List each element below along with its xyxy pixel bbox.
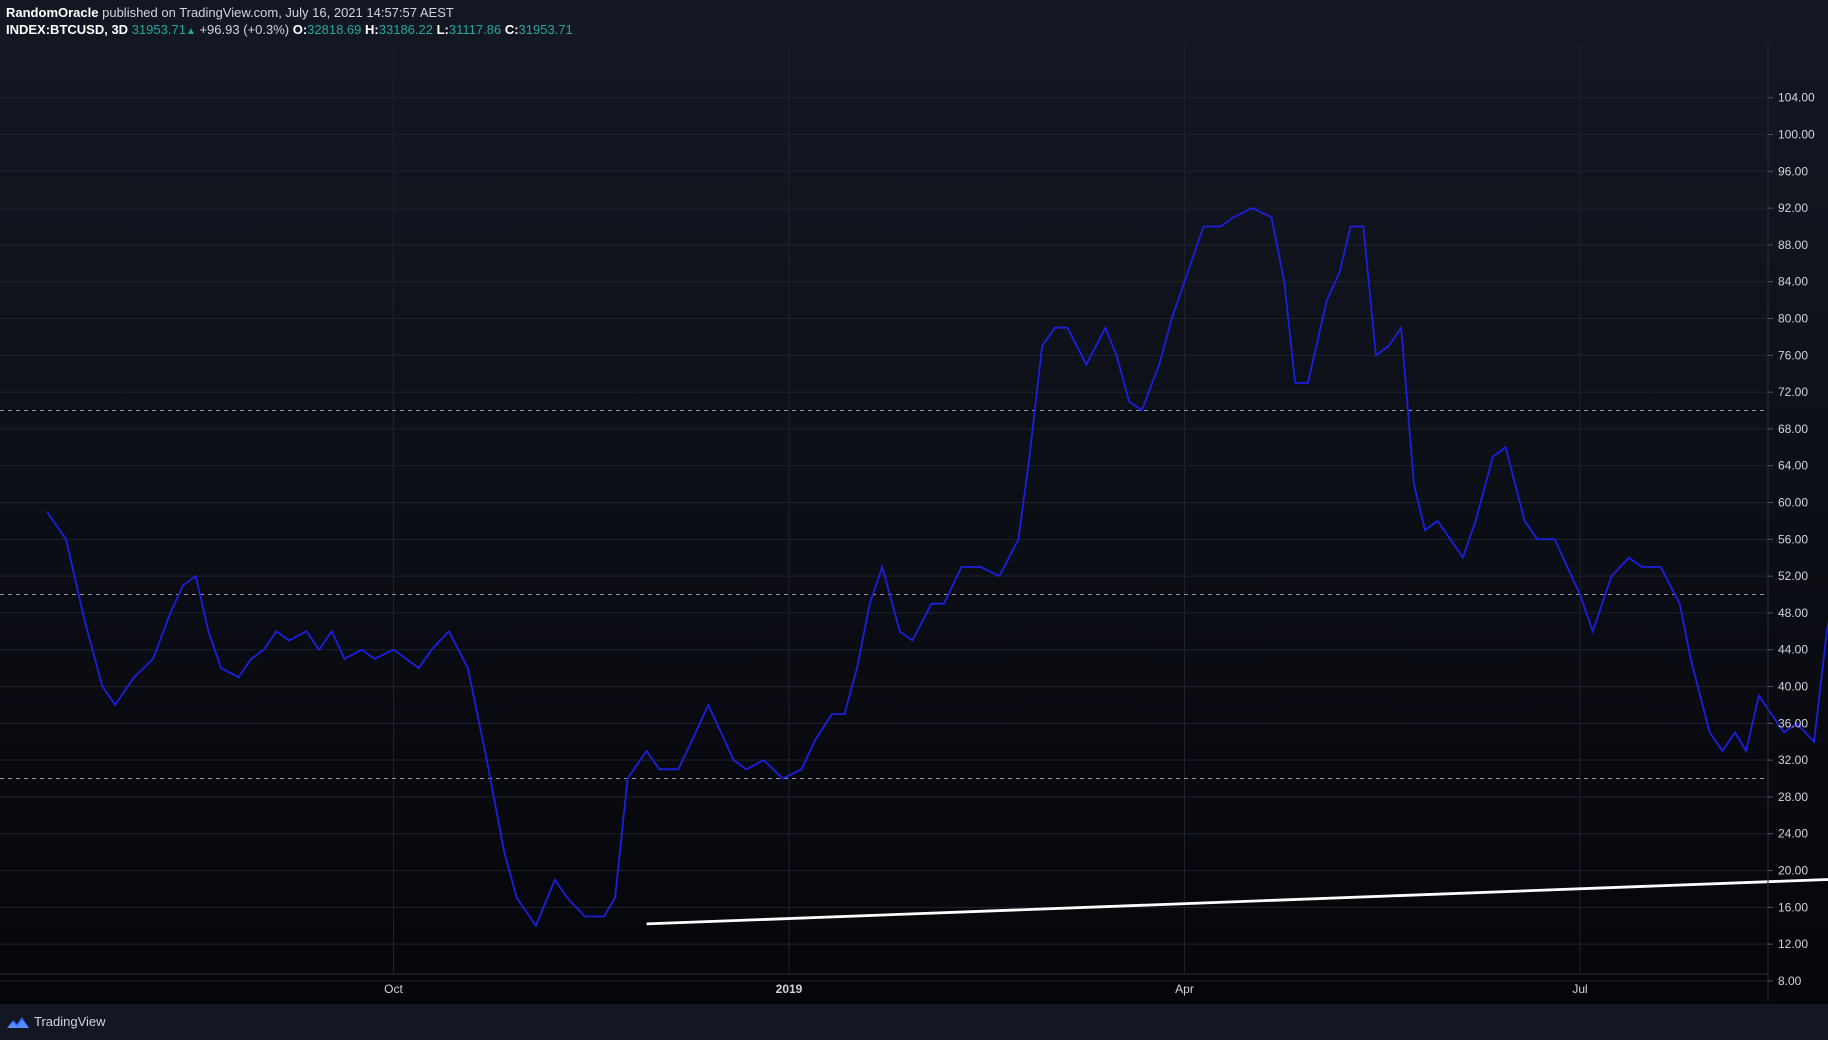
y-tick-label: 80.00 [1778, 312, 1808, 326]
low-label: L: [436, 22, 449, 37]
y-tick-label: 92.00 [1778, 201, 1808, 215]
chart-header: RandomOracle published on TradingView.co… [0, 0, 1828, 44]
high-label: H: [365, 22, 379, 37]
publish-line: RandomOracle published on TradingView.co… [6, 5, 454, 20]
y-tick-label: 12.00 [1778, 937, 1808, 951]
x-tick-label: 2019 [776, 982, 803, 996]
y-tick-label: 60.00 [1778, 496, 1808, 510]
y-tick-label: 52.00 [1778, 569, 1808, 583]
chart-background [0, 44, 1828, 1004]
y-tick-label: 8.00 [1778, 974, 1802, 988]
y-tick-label: 40.00 [1778, 680, 1808, 694]
publish-info: published on TradingView.com, July 16, 2… [102, 5, 454, 20]
tradingview-logo-icon[interactable] [6, 1014, 30, 1030]
y-tick-label: 64.00 [1778, 459, 1808, 473]
symbol-label[interactable]: INDEX:BTCUSD, 3D [6, 22, 128, 37]
y-tick-label: 76.00 [1778, 348, 1808, 362]
y-tick-label: 72.00 [1778, 385, 1808, 399]
y-tick-label: 20.00 [1778, 864, 1808, 878]
y-tick-label: 28.00 [1778, 790, 1808, 804]
footer-bar: TradingView [0, 1004, 1828, 1040]
price-chart[interactable]: 104.00 100.00 96.00 92.00 88.00 84.00 80.00 76.… [0, 44, 1828, 1004]
y-tick-label: 56.00 [1778, 532, 1808, 546]
y-tick-label: 48.00 [1778, 606, 1808, 620]
x-tick-label: Apr [1175, 982, 1194, 996]
y-tick-label: 32.00 [1778, 753, 1808, 767]
tradingview-brand[interactable]: TradingView [34, 1014, 106, 1029]
y-tick-label: 44.00 [1778, 643, 1808, 657]
y-tick-label: 68.00 [1778, 422, 1808, 436]
close-value: 31953.71 [518, 22, 573, 37]
up-arrow-icon: ▲ [185, 26, 196, 37]
y-tick-label: 16.00 [1778, 900, 1808, 914]
low-value: 31117.86 [448, 22, 502, 37]
y-tick-label: 24.00 [1778, 827, 1808, 841]
open-value: 32818.69 [307, 22, 362, 37]
x-tick-label: Oct [384, 982, 403, 996]
y-tick-label: 104.00 [1778, 91, 1815, 105]
ohlc-line: INDEX:BTCUSD, 3D 31953.71▲ +96.93 (+0.3%… [6, 22, 573, 37]
high-value: 33186.22 [378, 22, 433, 37]
x-tick-label: Jul [1572, 982, 1587, 996]
open-label: O: [292, 22, 308, 37]
last-price: 31953.71 [131, 22, 186, 37]
y-tick-label: 88.00 [1778, 238, 1808, 252]
price-change: +96.93 (+0.3%) [199, 22, 290, 37]
y-tick-label: 36.00 [1778, 716, 1808, 730]
y-tick-label: 100.00 [1778, 128, 1815, 142]
author-name[interactable]: RandomOracle [6, 5, 98, 20]
y-tick-label: 96.00 [1778, 164, 1808, 178]
close-label: C: [504, 22, 519, 37]
y-tick-label: 84.00 [1778, 275, 1808, 289]
